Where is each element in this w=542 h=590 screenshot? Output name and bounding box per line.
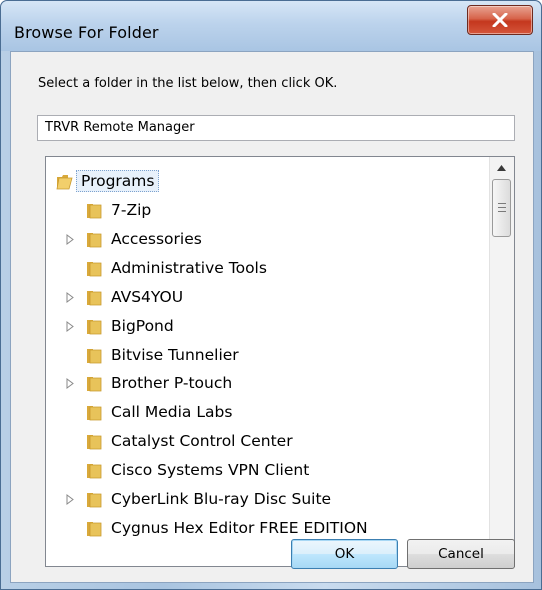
tree-item[interactable]: Administrative Tools xyxy=(46,254,489,283)
folder-icon xyxy=(87,204,102,219)
tree-item[interactable]: Accessories xyxy=(46,225,489,254)
thumb-grip-line xyxy=(498,211,506,212)
ok-button[interactable]: OK xyxy=(291,539,398,569)
dialog-client-area: Select a folder in the list below, then … xyxy=(10,51,534,583)
tree-item-label: Call Media Labs xyxy=(111,403,233,422)
folder-icon xyxy=(87,377,102,392)
tree-item-label: Cisco Systems VPN Client xyxy=(111,461,310,480)
tree-item[interactable]: CyberLink Blu-ray Disc Suite xyxy=(46,485,489,514)
folder-icon xyxy=(87,319,102,334)
folder-icon xyxy=(87,435,102,450)
scroll-up-arrow-icon xyxy=(497,165,506,171)
folder-icon xyxy=(87,464,102,479)
close-button[interactable] xyxy=(467,5,533,35)
tree-item[interactable]: Call Media Labs xyxy=(46,398,489,427)
tree-item[interactable]: Brother P-touch xyxy=(46,369,489,398)
folder-icon xyxy=(87,348,102,363)
folder-icon xyxy=(87,493,102,508)
expand-triangle-icon[interactable] xyxy=(66,494,75,505)
expand-triangle-icon[interactable] xyxy=(66,378,75,390)
title-bar[interactable]: Browse For Folder xyxy=(1,1,541,51)
tree-item-label: Administrative Tools xyxy=(111,258,267,277)
expand-triangle-icon[interactable] xyxy=(66,320,75,332)
folder-icon xyxy=(87,261,102,277)
tree-item-label: Accessories xyxy=(111,229,202,248)
tree-item-label: BigPond xyxy=(111,316,174,335)
scroll-up-button[interactable] xyxy=(490,157,514,179)
close-x-icon xyxy=(492,13,508,27)
folder-tree[interactable]: Programs 7-Zip Accessories Administrative … xyxy=(45,156,515,567)
folder-icon xyxy=(87,232,102,248)
tree-item-label: Brother P-touch xyxy=(111,374,233,393)
tree-item-label: Catalyst Control Center xyxy=(111,432,293,451)
dialog-window: Browse For Folder Select a folder in the… xyxy=(0,0,542,590)
thumb-grip-line xyxy=(498,203,506,204)
window-title: Browse For Folder xyxy=(14,23,159,42)
tree-item[interactable]: Cisco Systems VPN Client xyxy=(46,456,489,485)
tree-item-label: 7-Zip xyxy=(111,201,152,219)
folder-open-icon xyxy=(56,175,73,190)
vertical-scrollbar[interactable] xyxy=(489,157,514,566)
tree-item[interactable]: Catalyst Control Center xyxy=(46,427,489,456)
tree-item-label: Bitvise Tunnelier xyxy=(111,345,239,364)
tree-item[interactable]: 7-Zip xyxy=(46,196,489,225)
tree-item[interactable]: BigPond xyxy=(46,312,489,341)
thumb-grip-line xyxy=(498,207,506,208)
tree-item-label: Programs xyxy=(76,170,160,192)
tree-item-label: AVS4YOU xyxy=(111,287,184,306)
tree-item-label: CyberLink Blu-ray Disc Suite xyxy=(111,490,332,508)
cancel-button[interactable]: Cancel xyxy=(407,539,515,569)
tree-item[interactable]: AVS4YOU xyxy=(46,283,489,312)
expand-triangle-icon[interactable] xyxy=(66,291,75,303)
folder-icon xyxy=(87,290,102,306)
tree-item-programs[interactable]: Programs xyxy=(46,167,489,196)
folder-icon xyxy=(87,521,102,537)
instruction-text: Select a folder in the list below, then … xyxy=(38,76,338,91)
expand-triangle-icon[interactable] xyxy=(66,233,75,245)
folder-icon xyxy=(87,406,102,421)
tree-item-label: Cygnus Hex Editor FREE EDITION xyxy=(111,518,368,537)
folder-tree-rows: Programs 7-Zip Accessories Administrative … xyxy=(46,157,489,566)
scrollbar-thumb[interactable] xyxy=(492,179,511,237)
folder-name-field[interactable]: TRVR Remote Manager xyxy=(37,115,515,141)
tree-item[interactable]: Bitvise Tunnelier xyxy=(46,341,489,370)
